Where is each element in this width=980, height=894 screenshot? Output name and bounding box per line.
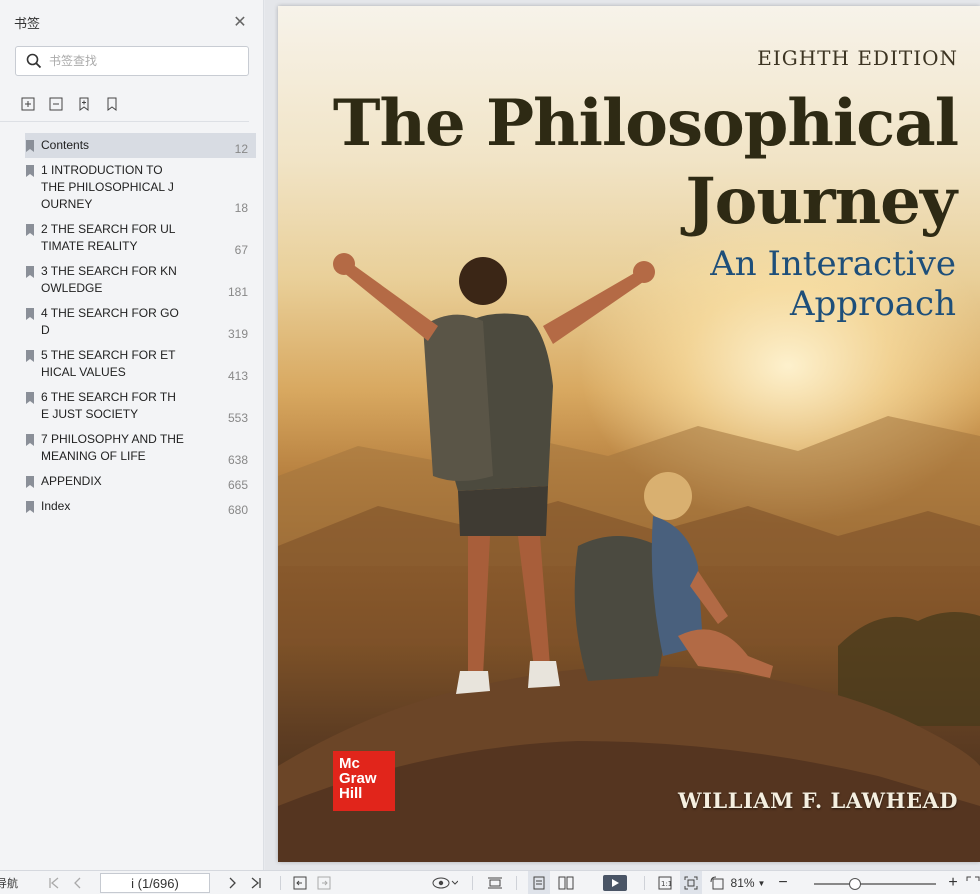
bookmark-icon <box>25 162 41 217</box>
bookmark-icon <box>25 473 41 494</box>
bookmark-item[interactable]: 1 INTRODUCTION TO THE PHILOSOPHICAL J OU… <box>25 158 256 217</box>
fit-width-icon[interactable] <box>486 871 504 894</box>
divider <box>472 876 473 890</box>
expand-all-icon[interactable] <box>20 96 36 112</box>
cover-edition: EIGHTH EDITION <box>757 46 958 70</box>
remove-bookmark-icon[interactable] <box>104 96 120 112</box>
bookmark-label: 1 INTRODUCTION TO THE PHILOSOPHICAL J OU… <box>41 163 174 211</box>
bookmark-panel: 书签 ✕ Contents 12 1 INTRODUCTION TO <box>0 0 264 870</box>
next-page-icon[interactable] <box>224 871 240 894</box>
fullscreen-icon[interactable] <box>966 871 980 894</box>
bookmark-item[interactable]: Contents 12 <box>25 133 256 158</box>
bookmark-icon <box>25 389 41 427</box>
previous-page-icon[interactable] <box>70 871 86 894</box>
bookmark-page-number: 553 <box>227 411 248 425</box>
zoom-level-value: 81% <box>730 876 755 890</box>
divider <box>644 876 645 890</box>
actual-size-icon[interactable]: 1:1 <box>656 871 674 894</box>
bookmark-page-number: 665 <box>227 478 248 492</box>
bookmark-item[interactable]: Index 680 <box>25 494 256 519</box>
bookmark-page-number: 680 <box>227 503 248 517</box>
bookmark-item[interactable]: 3 THE SEARCH FOR KN OWLEDGE 181 <box>25 259 256 301</box>
first-page-icon[interactable] <box>46 871 62 894</box>
two-page-icon[interactable] <box>556 871 576 894</box>
collapse-all-icon[interactable] <box>48 96 64 112</box>
bookmark-page-number: 181 <box>227 285 248 299</box>
bookmark-label: 4 THE SEARCH FOR GO D <box>41 306 179 337</box>
bookmark-item[interactable]: 4 THE SEARCH FOR GO D 319 <box>25 301 256 343</box>
bookmark-icon <box>25 305 41 343</box>
bookmark-search-input[interactable] <box>49 54 229 68</box>
bookmark-label: 6 THE SEARCH FOR TH E JUST SOCIETY <box>41 390 176 421</box>
zoom-slider-thumb[interactable] <box>849 878 861 890</box>
bookmark-search-box[interactable] <box>15 46 249 76</box>
bookmark-page-number: 413 <box>227 369 248 383</box>
bookmark-icon <box>25 263 41 301</box>
bookmark-label: APPENDIX <box>41 474 102 488</box>
bookmark-list: Contents 12 1 INTRODUCTION TO THE PHILOS… <box>0 133 263 519</box>
nav-panel-label[interactable]: 导航 <box>0 871 18 894</box>
bookmark-label: 2 THE SEARCH FOR UL TIMATE REALITY <box>41 222 176 253</box>
bookmark-page-number: 18 <box>234 201 248 215</box>
bookmark-item[interactable]: APPENDIX 665 <box>25 469 256 494</box>
document-view[interactable]: EIGHTH EDITION The Philosophical Journey… <box>265 0 980 870</box>
bookmark-label: 7 PHILOSOPHY AND THE MEANING OF LIFE <box>41 432 184 463</box>
bookmark-item[interactable]: 5 THE SEARCH FOR ET HICAL VALUES 413 <box>25 343 256 385</box>
bookmark-icon <box>25 498 41 519</box>
bookmark-page-number: 638 <box>227 453 248 467</box>
cover-subtitle-line2: Approach <box>789 284 956 324</box>
back-view-icon[interactable] <box>292 871 308 894</box>
book-cover-page: EIGHTH EDITION The Philosophical Journey… <box>278 6 980 862</box>
search-icon <box>26 53 42 69</box>
zoom-slider-track[interactable] <box>814 883 936 885</box>
slideshow-play-icon[interactable] <box>602 871 628 894</box>
forward-view-icon[interactable] <box>316 871 332 894</box>
reading-mode-icon[interactable] <box>430 871 460 894</box>
cover-title-line2: Journey <box>685 164 957 239</box>
zoom-level-dropdown[interactable]: 81% ▼ <box>728 871 768 894</box>
bookmark-label: Index <box>41 499 71 513</box>
single-page-icon[interactable] <box>528 871 550 894</box>
close-icon[interactable]: ✕ <box>231 12 249 32</box>
bookmark-icon <box>25 137 41 158</box>
cover-author: WILLIAM F. LAWHEAD <box>678 788 958 813</box>
divider <box>280 876 281 890</box>
bookmark-page-number: 67 <box>234 243 248 257</box>
cover-subtitle-line1: An Interactive <box>710 244 956 284</box>
bookmark-toolbar <box>0 86 249 122</box>
status-bar: 导航 i (1/696) 1:1 81% ▼ − + <box>0 870 980 894</box>
zoom-in-icon[interactable]: + <box>946 871 960 894</box>
fit-page-icon[interactable] <box>680 871 702 894</box>
svg-text:1:1: 1:1 <box>661 880 672 888</box>
cover-title-line1: The Philosophical <box>332 86 959 161</box>
bookmark-panel-header: 书签 ✕ <box>0 0 263 44</box>
divider <box>516 876 517 890</box>
bookmark-icon <box>25 221 41 259</box>
bookmark-panel-title: 书签 <box>14 15 41 31</box>
bookmark-item[interactable]: 2 THE SEARCH FOR UL TIMATE REALITY 67 <box>25 217 256 259</box>
last-page-icon[interactable] <box>248 871 264 894</box>
add-bookmark-icon[interactable] <box>76 96 92 112</box>
bookmark-label: Contents <box>41 138 90 152</box>
bookmark-icon <box>25 347 41 385</box>
rotate-page-icon[interactable] <box>708 871 726 894</box>
publisher-logo: Mc Graw Hill <box>333 751 395 811</box>
bookmark-label: 5 THE SEARCH FOR ET HICAL VALUES <box>41 348 176 379</box>
zoom-out-icon[interactable]: − <box>776 871 790 894</box>
bookmark-item[interactable]: 7 PHILOSOPHY AND THE MEANING OF LIFE 638 <box>25 427 256 469</box>
bookmark-page-number: 12 <box>234 142 248 156</box>
bookmark-item[interactable]: 6 THE SEARCH FOR TH E JUST SOCIETY 553 <box>25 385 256 427</box>
bookmark-icon <box>25 431 41 469</box>
bookmark-label: 3 THE SEARCH FOR KN OWLEDGE <box>41 264 177 295</box>
bookmark-page-number: 319 <box>227 327 248 341</box>
page-number-input[interactable]: i (1/696) <box>100 873 210 893</box>
chevron-down-icon: ▼ <box>757 878 766 888</box>
